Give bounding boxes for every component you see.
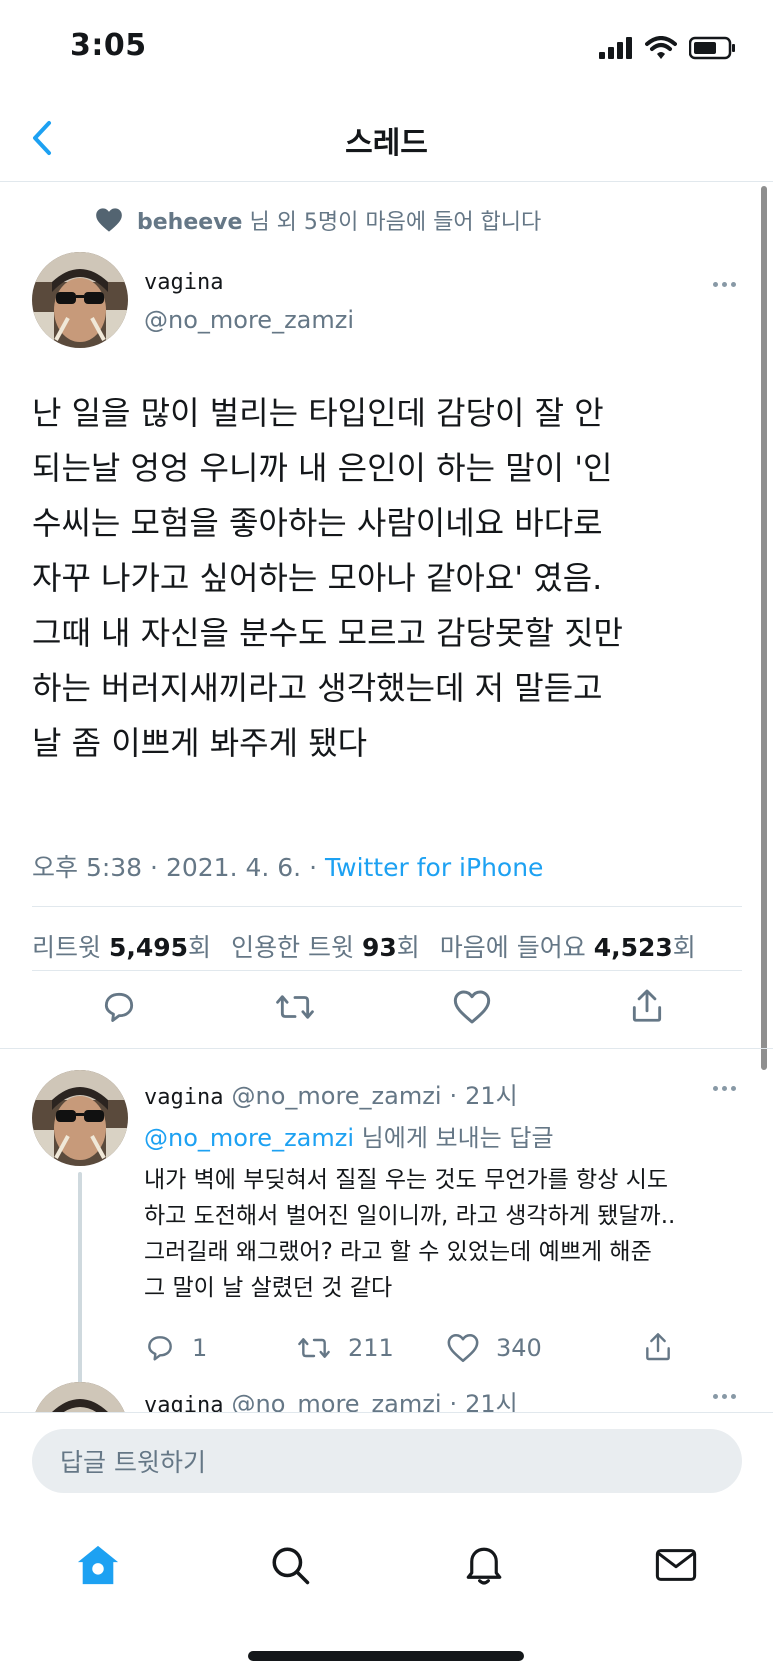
share-button[interactable] <box>642 1330 674 1364</box>
tweet-actions <box>32 980 742 1040</box>
reply-count: 1 <box>192 1334 208 1362</box>
retweet-icon <box>298 1338 330 1358</box>
retweet-icon <box>276 995 314 1019</box>
speech-bubble-icon <box>104 992 134 1022</box>
battery-icon <box>689 36 735 60</box>
user-handle[interactable]: @no_more_zamzi <box>231 1390 441 1412</box>
retweet-button[interactable] <box>274 988 316 1026</box>
likes-stat[interactable]: 마음에 들어요 4,523회 <box>440 928 696 964</box>
liked-by-name[interactable]: beheeve <box>137 210 242 235</box>
more-options-icon[interactable] <box>707 1080 742 1097</box>
like-button[interactable] <box>452 988 492 1026</box>
main-tweet-header: vagina @no_more_zamzi <box>32 252 742 352</box>
search-icon <box>272 1547 310 1585</box>
liked-by-text: 님 외 5명이 마음에 들어 합니다 <box>249 210 542 235</box>
display-name[interactable]: vagina <box>144 1393 223 1412</box>
status-bar: 3:05 <box>0 0 773 100</box>
display-name[interactable]: vagina <box>144 270 223 295</box>
social-context: beheeve 님 외 5명이 마음에 들어 합니다 <box>95 204 541 236</box>
divider <box>32 970 742 971</box>
share-icon <box>632 989 662 1022</box>
divider <box>32 906 742 907</box>
heart-icon <box>447 1333 479 1363</box>
user-handle[interactable]: @no_more_zamzi <box>231 1082 441 1110</box>
tab-bar <box>0 1523 773 1613</box>
user-handle[interactable]: @no_more_zamzi <box>144 306 354 334</box>
retweet-button[interactable]: 211 <box>296 1332 394 1364</box>
share-icon <box>646 1333 670 1361</box>
scroll-indicator[interactable] <box>761 186 767 1070</box>
avatar[interactable] <box>32 1382 128 1412</box>
mail-icon <box>655 1549 697 1581</box>
reply-time: 21시 <box>465 1082 518 1110</box>
tweet-stats: 리트윗 5,495회 인용한 트윗 93회 마음에 들어요 4,523회 <box>32 928 716 964</box>
reply-header: vagina @no_more_zamzi · 21시 <box>144 1076 518 1111</box>
mention-link[interactable]: @no_more_zamzi <box>144 1124 354 1152</box>
reply-button[interactable] <box>100 988 138 1026</box>
wifi-icon <box>645 36 677 59</box>
tab-search[interactable] <box>260 1535 320 1595</box>
tab-notifications[interactable] <box>454 1535 514 1595</box>
reply-time: 21시 <box>465 1390 518 1412</box>
more-options-icon[interactable] <box>707 1388 742 1405</box>
status-time: 3:05 <box>70 28 147 63</box>
heart-icon <box>453 990 491 1024</box>
reply-button[interactable]: 1 <box>144 1332 207 1364</box>
reply-actions: 1 211 340 <box>144 1332 704 1372</box>
quotes-stat[interactable]: 인용한 트윗 93회 <box>231 928 420 964</box>
retweets-stat[interactable]: 리트윗 5,495회 <box>32 928 211 964</box>
tweet-text: 난 일을 많이 벌리는 타입인데 감당이 잘 안 되는날 엉엉 우니까 내 은인… <box>32 394 623 762</box>
status-icons <box>599 36 737 60</box>
nav-bar: 스레드 <box>0 100 773 182</box>
avatar[interactable] <box>32 252 128 348</box>
divider <box>0 1048 773 1049</box>
share-button[interactable] <box>628 986 666 1026</box>
tweet-date: 2021. 4. 6. <box>165 853 302 882</box>
tweet-time: 오후 5:38 <box>32 853 143 882</box>
reply-compose-input[interactable]: 답글 트윗하기 <box>32 1429 742 1493</box>
speech-bubble-icon <box>148 1336 172 1361</box>
reply-tweet[interactable]: vagina @no_more_zamzi · 21시 <box>32 1382 742 1412</box>
display-name[interactable]: vagina <box>144 1085 223 1110</box>
like-button[interactable]: 340 <box>446 1332 542 1364</box>
like-count: 340 <box>496 1334 542 1362</box>
signal-icon <box>599 37 632 59</box>
reply-tweet[interactable]: vagina @no_more_zamzi · 21시 @no_more_zam… <box>32 1070 742 1462</box>
reply-text: 내가 벽에 부딪혀서 질질 우는 것도 무언가를 항상 시도 하고 도전해서 벌… <box>144 1167 676 1301</box>
page-title: 스레드 <box>345 126 428 161</box>
bottom-area: 답글 트윗하기 <box>0 1412 773 1674</box>
tweet-source-link[interactable]: Twitter for iPhone <box>325 853 543 882</box>
heart-filled-icon <box>96 208 122 232</box>
home-icon <box>77 1545 119 1585</box>
bell-icon <box>466 1547 502 1585</box>
replying-to: @no_more_zamzi 님에게 보내는 답글 <box>144 1124 554 1152</box>
tweet-meta: 오후 5:38 · 2021. 4. 6. · Twitter for iPho… <box>32 853 544 882</box>
avatar[interactable] <box>32 1070 128 1166</box>
home-indicator[interactable] <box>248 1651 524 1661</box>
tab-home[interactable] <box>68 1535 128 1595</box>
retweet-count: 211 <box>348 1334 394 1362</box>
reply-header: vagina @no_more_zamzi · 21시 <box>144 1384 518 1412</box>
tab-messages[interactable] <box>646 1535 706 1595</box>
more-options-icon[interactable] <box>707 276 742 293</box>
